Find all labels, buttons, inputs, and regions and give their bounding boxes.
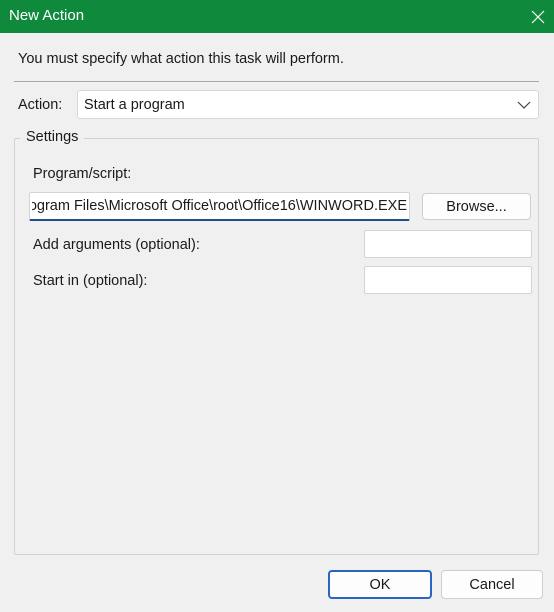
program-script-label: Program/script: — [33, 166, 132, 182]
instruction-text: You must specify what action this task w… — [18, 51, 344, 67]
action-label: Action: — [18, 97, 63, 113]
browse-button[interactable]: Browse... — [422, 193, 531, 220]
arguments-input[interactable] — [365, 231, 531, 257]
arguments-label: Add arguments (optional): — [33, 237, 200, 253]
program-script-field[interactable] — [29, 192, 410, 221]
window-title: New Action — [9, 7, 85, 24]
arguments-field[interactable] — [364, 230, 532, 258]
title-bar: New Action — [0, 0, 554, 33]
settings-legend: Settings — [20, 129, 85, 145]
chevron-down-icon — [517, 98, 531, 115]
program-script-input[interactable] — [30, 193, 409, 219]
action-dropdown[interactable]: Start a program — [77, 90, 539, 119]
close-button[interactable] — [521, 0, 554, 33]
start-in-field[interactable] — [364, 266, 532, 294]
action-selected-value: Start a program — [84, 97, 185, 113]
close-icon — [531, 10, 544, 23]
divider — [14, 81, 539, 82]
start-in-label: Start in (optional): — [33, 273, 148, 289]
start-in-input[interactable] — [365, 267, 531, 293]
ok-button[interactable]: OK — [328, 570, 432, 599]
cancel-button[interactable]: Cancel — [441, 570, 543, 599]
